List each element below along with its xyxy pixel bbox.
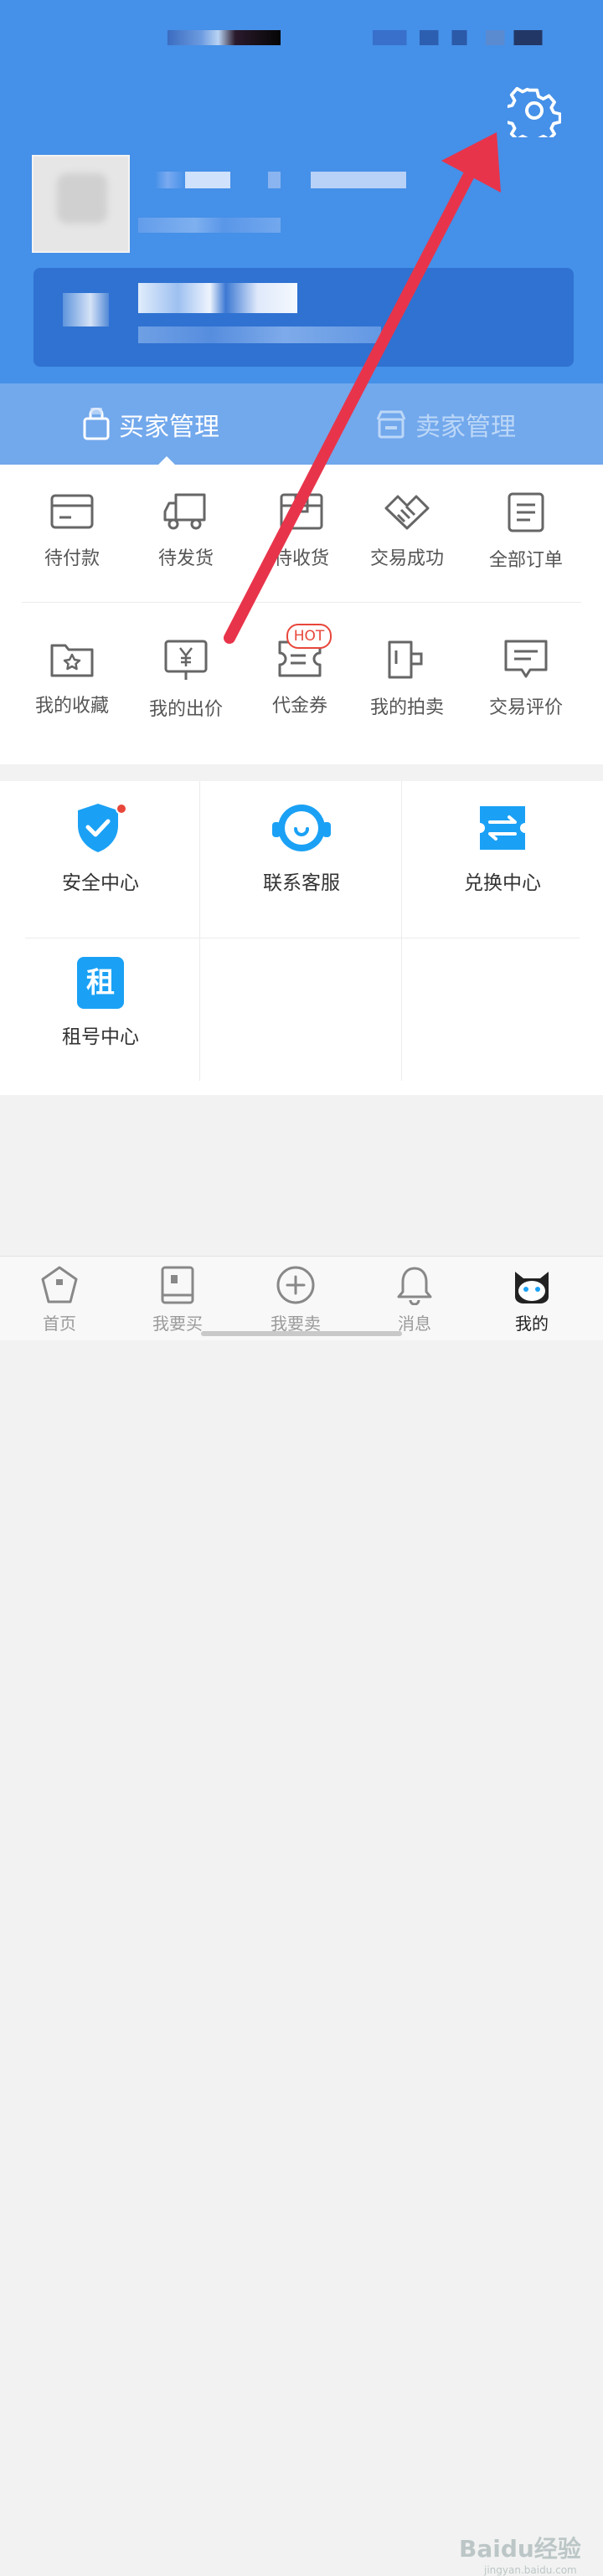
nav-mine-label: 我的 — [515, 1314, 549, 1334]
all-orders-button[interactable]: 全部订单 — [466, 491, 586, 572]
auction-icon — [388, 640, 423, 679]
completed-orders-label: 交易成功 — [369, 548, 444, 569]
pending-payment-label: 待付款 — [44, 548, 100, 569]
exchange-center-label: 兑换中心 — [464, 872, 541, 894]
nav-home[interactable]: 首页 — [18, 1265, 101, 1334]
my-auctions-button[interactable]: 我的拍卖 — [347, 639, 467, 719]
hot-badge: HOT — [286, 624, 332, 649]
pending-receipt-button[interactable]: 待收货 — [241, 491, 362, 570]
my-bids-label: 我的出价 — [148, 699, 223, 720]
role-tabs: 买家管理 卖家管理 — [0, 383, 603, 465]
nav-mine[interactable]: 我的 — [490, 1265, 574, 1334]
my-favorites-button[interactable]: 我的收藏 — [12, 639, 132, 717]
card-icon-pixelated — [63, 293, 109, 326]
my-auctions-label: 我的拍卖 — [369, 697, 444, 718]
shopping-bag-icon — [83, 407, 110, 440]
account-info-card[interactable] — [34, 268, 574, 367]
rental-center-button[interactable]: 租 租号中心 — [0, 957, 201, 1049]
trade-reviews-button[interactable]: 交易评价 — [466, 639, 586, 719]
username-pixelated — [155, 172, 406, 188]
nav-sell[interactable]: 我要卖 — [254, 1265, 338, 1334]
rental-center-label: 租号中心 — [62, 1026, 139, 1048]
card-title-pixelated — [138, 283, 297, 313]
avatar-pixelated — [57, 173, 107, 224]
avatar[interactable] — [32, 155, 130, 253]
home-indicator — [201, 1331, 402, 1336]
box-icon — [280, 493, 323, 530]
home-icon — [41, 1266, 78, 1303]
tab-seller-label: 卖家管理 — [415, 412, 516, 442]
cat-avatar-icon — [515, 1272, 549, 1303]
document-icon — [508, 492, 544, 532]
completed-orders-button[interactable]: 交易成功 — [347, 491, 467, 570]
nav-buy[interactable]: 我要买 — [136, 1265, 219, 1334]
yen-board-icon — [164, 640, 208, 680]
tab-buyer[interactable]: 买家管理 — [82, 383, 219, 465]
watermark-sub: jingyan.baidu.com — [484, 2564, 577, 2576]
pending-shipment-button[interactable]: 待发货 — [126, 491, 246, 570]
pending-receipt-label: 待收货 — [273, 548, 329, 569]
customer-service-label: 联系客服 — [263, 872, 340, 894]
nav-home-label: 首页 — [43, 1314, 76, 1334]
nav-messages[interactable]: 消息 — [373, 1265, 456, 1334]
headset-icon — [272, 805, 331, 851]
customer-service-button[interactable]: 联系客服 — [201, 801, 402, 895]
all-orders-label: 全部订单 — [488, 550, 563, 571]
my-bids-button[interactable]: 我的出价 — [126, 639, 246, 721]
security-center-button[interactable]: 安全中心 — [0, 801, 201, 895]
pending-payment-button[interactable]: 待付款 — [12, 491, 132, 570]
status-bar — [0, 0, 603, 75]
trade-reviews-label: 交易评价 — [488, 697, 563, 718]
coupon-icon-wrap: HOT — [240, 624, 360, 679]
exchange-icon — [480, 806, 525, 850]
tab-seller[interactable]: 卖家管理 — [375, 383, 516, 465]
status-indicators-pixelated — [373, 30, 561, 45]
comment-icon — [504, 640, 548, 678]
pending-shipment-label: 待发货 — [157, 548, 214, 569]
card-subtitle-pixelated — [138, 326, 381, 343]
order-shortcuts-panel: 待付款 待发货 待收货 交易成功 全部订单 我的收藏 我的出价 HOT 代金券 … — [0, 465, 603, 764]
plus-circle-icon — [276, 1266, 315, 1304]
security-center-label: 安全中心 — [62, 872, 139, 894]
orders-row-divider — [22, 602, 581, 603]
bottom-navigation: 首页 我要买 我要卖 消息 我的 Baidu经验 jingyan.baidu.c… — [0, 1256, 603, 2576]
watermark: Baidu经验 jingyan.baidu.com — [459, 2531, 581, 2576]
star-folder-icon — [50, 644, 94, 677]
gear-icon[interactable] — [508, 84, 561, 137]
exchange-center-button[interactable]: 兑换中心 — [402, 801, 603, 895]
card-icon — [50, 494, 94, 529]
handshake-icon — [384, 495, 430, 530]
tab-buyer-label: 买家管理 — [119, 412, 219, 442]
status-time-pixelated — [168, 30, 281, 45]
truck-icon — [163, 493, 206, 530]
rent-icon: 租 — [77, 957, 124, 1009]
vouchers-label: 代金券 — [271, 696, 327, 717]
my-favorites-label: 我的收藏 — [34, 696, 109, 717]
shield-check-icon — [78, 803, 127, 852]
vouchers-button[interactable]: HOT 代金券 — [240, 624, 360, 717]
book-icon — [161, 1266, 194, 1304]
bell-icon — [397, 1267, 432, 1305]
user-id-pixelated — [138, 218, 281, 233]
services-panel: 安全中心 联系客服 兑换中心 租 租号中心 — [0, 781, 603, 1095]
watermark-text: Baidu经验 — [459, 2535, 581, 2563]
store-icon — [376, 410, 406, 438]
